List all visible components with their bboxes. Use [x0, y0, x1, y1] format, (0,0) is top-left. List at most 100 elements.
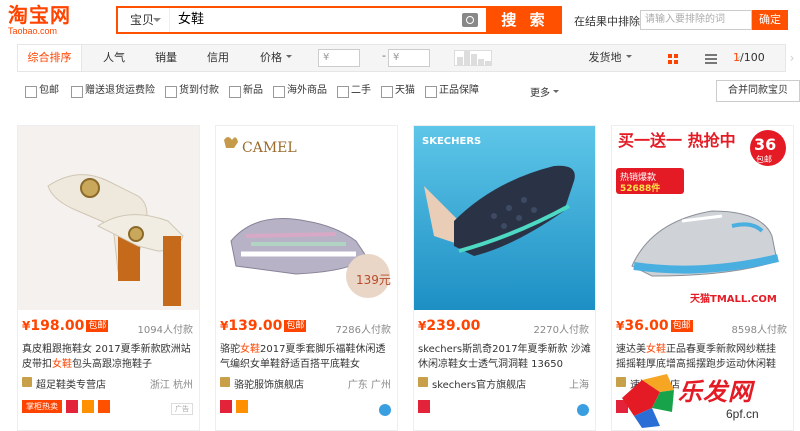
product-price: ¥36.00 包邮 [616, 318, 693, 334]
tab-price-label: 价格 [260, 51, 282, 64]
new-icon[interactable] [98, 400, 110, 413]
logo-cn: 淘宝网 [8, 3, 71, 27]
title-highlight: 女鞋 [646, 344, 666, 355]
wangwang-chat-icon[interactable] [379, 404, 391, 416]
price-dash: - [382, 49, 386, 62]
product-price: ¥198.00 包邮 [22, 318, 109, 334]
price-to-input[interactable]: ¥ [388, 49, 430, 67]
ship-from-dropdown[interactable]: 发货地 [580, 45, 640, 71]
watermark-text: 乐发网 [678, 378, 753, 406]
tab-popularity[interactable]: 人气 [94, 45, 134, 71]
product-title[interactable]: 骆驼女鞋2017夏季套脚乐福鞋休闲透气编织女单鞋舒适百搭平底鞋女 [220, 342, 394, 372]
shop-link[interactable]: 骆驼服饰旗舰店 [220, 376, 304, 391]
exclude-input[interactable]: 请输入要排除的词 [640, 10, 752, 30]
filter-free-shipping[interactable]: 包邮 [25, 84, 59, 98]
promo-banner-text: 买一送一 热抢中 [618, 131, 736, 150]
title-part: 包头高跟凉拖鞋子 [72, 359, 152, 370]
ship-from-label: 发货地 [588, 51, 622, 64]
filter-return-insurance[interactable]: 赠送退货运费险 [71, 84, 155, 98]
filter-secondhand[interactable]: 二手 [337, 84, 371, 98]
sales-count: 2270人付款 [533, 325, 589, 336]
tab-default-sort[interactable]: 综合排序 [18, 45, 82, 71]
next-page-button[interactable]: › [783, 45, 800, 71]
tmall-icon[interactable] [418, 400, 430, 413]
title-part: 速达美 [616, 344, 646, 355]
promo-price-text: 139元 [356, 273, 391, 287]
filter-row: 包邮 赠送退货运费险 货到付款 新品 海外商品 二手 天猫 正品保障 更多 合并… [17, 78, 800, 106]
camera-icon[interactable] [462, 13, 478, 27]
search-input[interactable]: 女鞋 [178, 8, 204, 32]
shop-link[interactable]: 超足鞋类专营店 [22, 376, 106, 391]
location: 浙江 杭州 [149, 380, 193, 391]
location: 上海 [569, 380, 589, 391]
title-part: 2017夏季套脚乐福鞋休闲透 [260, 344, 386, 355]
sales-count: 1094人付款 [137, 325, 193, 336]
title-part: 正品春夏季新款网纱糕挂 [666, 344, 776, 355]
product-card[interactable]: CAMEL 139元 ¥139.00 包邮 7286人付款 骆驼女鞋2017夏季套… [215, 125, 398, 431]
price-tag-unit: 包邮 [756, 154, 772, 164]
location: 广东 广州 [347, 380, 391, 391]
price-range-histogram[interactable] [454, 50, 492, 66]
tab-price[interactable]: 价格 [250, 45, 302, 71]
product-image[interactable] [18, 126, 199, 310]
exclude-label: 在结果中排除 [574, 15, 640, 28]
title-highlight: 女鞋 [240, 344, 260, 355]
tmall-text: 天猫TMALL.COM [690, 292, 777, 305]
hot-seller-badge[interactable]: 掌柜热卖 [22, 400, 62, 413]
title-part: skechers斯凯奇2017年夏季新款 沙滩 [418, 344, 591, 355]
filter-overseas[interactable]: 海外商品 [273, 84, 327, 98]
sort-bar: 综合排序 人气 销量 信用 价格 ¥ - ¥ 发货地 1/100 ‹ › [17, 44, 794, 72]
list-view-icon[interactable] [705, 54, 717, 64]
sales-count: 7286人付款 [335, 325, 391, 336]
sold-tag-text: 热销爆款 [620, 171, 656, 183]
price-tag-text: 36 [754, 135, 776, 154]
product-image[interactable]: 买一送一 热抢中 36 包邮 热销爆款 52688件 天猫TMALL.COM [612, 126, 793, 310]
filter-new[interactable]: 新品 [229, 84, 263, 98]
taobao-logo[interactable]: 淘宝网 Taobao.com [8, 4, 100, 36]
search-box[interactable]: 宝贝 女鞋 [116, 6, 488, 34]
product-title[interactable]: 真皮粗跟拖鞋女 2017夏季新款欧洲站 皮带扣女鞋包头高跟凉拖鞋子 [22, 342, 196, 372]
header: 淘宝网 Taobao.com 宝贝 女鞋 搜 索 在结果中排除 请输入要排除的词… [0, 0, 800, 40]
filter-tmall[interactable]: 天猫 [381, 84, 415, 98]
skechers-brand-text: SKECHERS [422, 136, 481, 147]
sold-count-text: 52688件 [620, 182, 660, 194]
tmall-icon[interactable] [66, 400, 78, 413]
product-card[interactable]: SKECHERS ¥239.00 2270人付款 skechers斯凯奇2017… [413, 125, 596, 431]
free-shipping-tag: 包邮 [670, 320, 693, 332]
product-title[interactable]: skechers斯凯奇2017年夏季新款 沙滩 休闲凉鞋女士透气洞洞鞋 13650 [418, 342, 592, 372]
product-price: ¥139.00 包邮 [220, 318, 307, 334]
prev-page-button[interactable]: ‹ [730, 45, 748, 71]
product-image[interactable]: SKECHERS [414, 126, 595, 310]
product-image[interactable]: CAMEL 139元 [216, 126, 397, 310]
title-part: 气编织女单鞋舒适百搭平底鞋女 [220, 359, 360, 370]
sales-count: 8598人付款 [731, 325, 787, 336]
logo-en: Taobao.com [8, 26, 58, 36]
filter-genuine[interactable]: 正品保障 [425, 84, 479, 98]
price-value: 36.00 [624, 318, 669, 334]
exclude-confirm-button[interactable]: 确定 [752, 10, 788, 30]
ad-tag: 广告 [171, 403, 193, 415]
free-shipping-tag: 包邮 [284, 320, 307, 332]
search-scope-select[interactable]: 宝贝 [118, 8, 170, 32]
camel-brand-text: CAMEL [242, 140, 297, 156]
grid-view-icon[interactable] [668, 54, 678, 64]
tab-sales[interactable]: 销量 [146, 45, 186, 71]
wangwang-chat-icon[interactable] [577, 404, 589, 416]
product-card[interactable]: ¥198.00 包邮 1094人付款 真皮粗跟拖鞋女 2017夏季新款欧洲站 皮带扣… [17, 125, 200, 431]
more-filters-dropdown[interactable]: 更多 [530, 84, 559, 99]
compensation-icon[interactable] [82, 400, 94, 413]
search-button[interactable]: 搜 索 [488, 6, 562, 34]
price-from-input[interactable]: ¥ [318, 49, 360, 67]
tab-credit[interactable]: 信用 [198, 45, 238, 71]
product-price: ¥239.00 [418, 318, 481, 334]
title-part: 骆驼 [220, 344, 240, 355]
compensation-icon[interactable] [236, 400, 248, 413]
shop-link[interactable]: skechers官方旗舰店 [418, 376, 526, 391]
title-part: 休闲凉鞋女士透气洞洞鞋 13650 [418, 359, 563, 370]
title-highlight: 女鞋 [52, 359, 72, 370]
combine-same-button[interactable]: 合并同款宝贝 [716, 80, 800, 102]
price-value: 139.00 [228, 318, 283, 334]
title-part: 真皮粗跟拖鞋女 2017夏季新款欧洲站 [22, 344, 191, 355]
filter-cod[interactable]: 货到付款 [165, 84, 219, 98]
tmall-icon[interactable] [220, 400, 232, 413]
